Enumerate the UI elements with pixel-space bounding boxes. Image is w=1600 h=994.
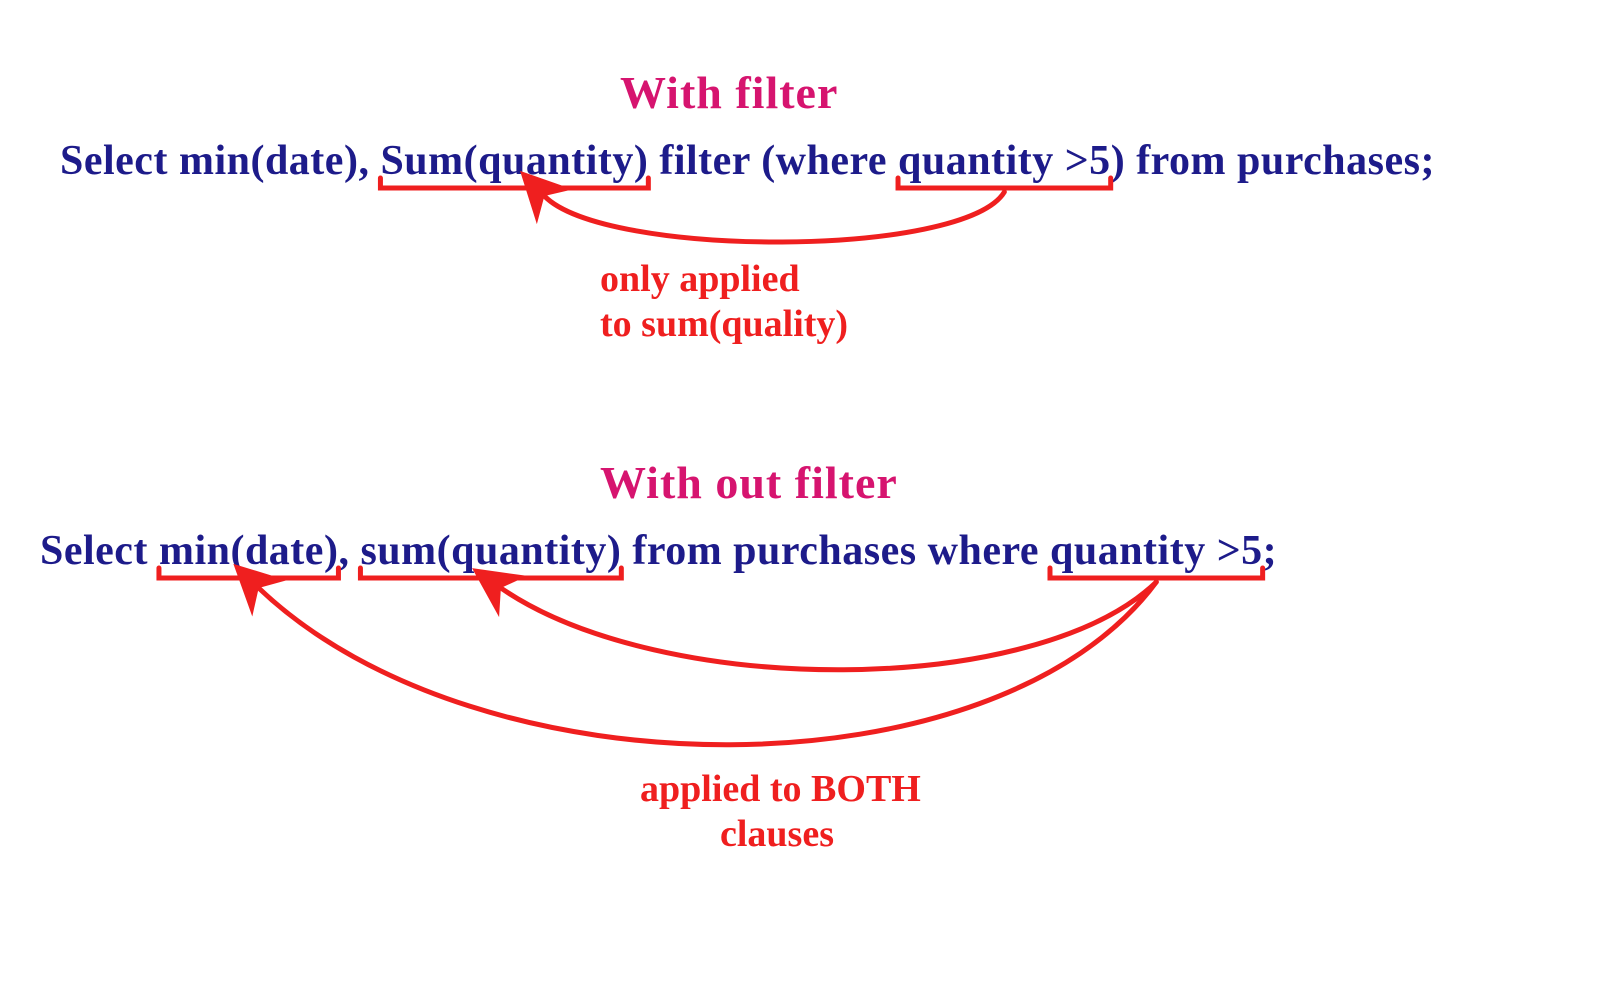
top-sql-where-close: ) [1111,138,1126,184]
top-sql-min: min(date) [179,138,358,184]
top-sql: Select min(date), Sum(quantity) filter (… [60,140,1435,182]
bottom-sql-condition: quantity >5 [1050,528,1263,574]
arrow-bottom-condition-to-min [259,582,1157,745]
bottom-sql-min: min(date) [159,528,338,574]
arrow-bottom-condition-to-sum [501,582,1156,670]
bottom-sql-where: where [928,528,1050,574]
top-annotation-line2: to sum(quality) [600,305,848,343]
bottom-sql: Select min(date), sum(quantity) from pur… [40,530,1277,572]
bottom-sql-comma: , [338,528,360,574]
top-title: With filter [620,70,838,116]
bottom-title: With out filter [600,460,898,506]
bottom-sql-sum: sum(quantity) [360,528,621,574]
top-sql-from: from purchases; [1125,138,1435,184]
top-sql-comma: , [358,138,380,184]
top-sql-sum: Sum(quantity) [380,138,648,184]
bottom-sql-select: Select [40,528,159,574]
bottom-sql-semi: ; [1263,528,1278,574]
bottom-annotation-line1: applied to BOTH [640,770,921,808]
diagram-canvas: With filter Select min(date), Sum(quanti… [0,0,1600,994]
top-sql-condition: quantity >5 [898,138,1111,184]
bottom-sql-from: from purchases [621,528,927,574]
bottom-annotation-line2: clauses [720,815,834,853]
top-sql-filter: filter [648,138,761,184]
top-sql-select: Select [60,138,179,184]
top-sql-where-open: (where [761,138,898,184]
arrow-top-condition-to-sum [544,192,1004,242]
top-annotation-line1: only applied [600,260,800,298]
